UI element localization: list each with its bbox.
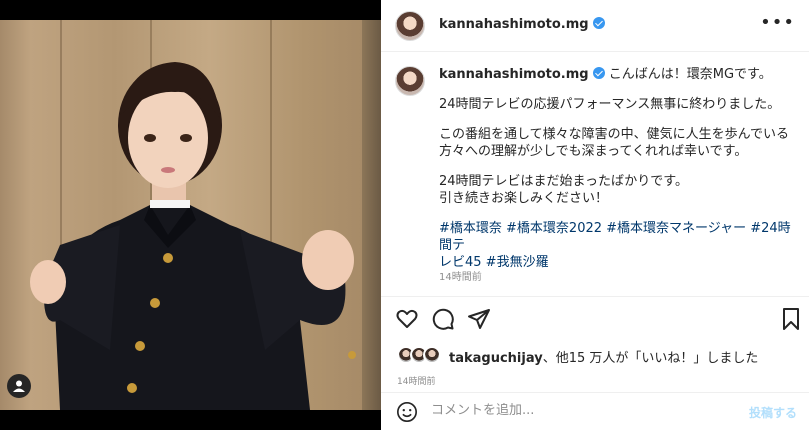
- post-header: kannahashimoto.mg •••: [381, 0, 809, 52]
- caption-timestamp: 14時間前: [439, 272, 482, 283]
- liker-avatar[interactable]: [423, 346, 441, 364]
- post-comment-button[interactable]: 投稿する: [749, 404, 797, 421]
- instagram-post-modal: kannahashimoto.mg ••• kannahashimoto.mg …: [0, 0, 809, 430]
- person-illustration: [30, 62, 356, 410]
- caption-para3a: この番組を通して様々な障害の中、健気に人生を歩んでいる: [439, 127, 789, 142]
- avatar[interactable]: [395, 11, 425, 41]
- caption-para4a: 24時間テレビはまだ始まったばかりです。: [439, 174, 688, 189]
- caption-para2: 24時間テレビの応援パフォーマンス無事に終わりました。: [439, 97, 781, 112]
- liker-username[interactable]: takaguchijay: [449, 351, 543, 366]
- bookmark-icon[interactable]: [779, 307, 803, 331]
- post-side-panel: kannahashimoto.mg ••• kannahashimoto.mg …: [381, 0, 809, 430]
- comment-icon[interactable]: [431, 307, 455, 331]
- post-timestamp[interactable]: 14時間前: [397, 374, 435, 387]
- caption-username[interactable]: kannahashimoto.mg: [439, 67, 589, 82]
- verified-icon: [592, 67, 605, 79]
- caption-avatar[interactable]: [395, 66, 425, 96]
- caption-line1: こんばんは！環奈MGです。: [608, 67, 772, 82]
- post-caption: kannahashimoto.mg こんばんは！環奈MGです。 24時間テレビの…: [439, 66, 794, 284]
- user-tag-button[interactable]: [7, 374, 31, 398]
- caption-para4b: 引き続きお楽しみください！: [439, 191, 609, 206]
- action-bar: [381, 296, 809, 340]
- username-text[interactable]: kannahashimoto.mg: [439, 17, 589, 32]
- verified-icon: [592, 17, 605, 29]
- post-media[interactable]: [0, 0, 381, 430]
- hashtags-line1[interactable]: #橋本環奈 #橋本環奈2022 #橋本環奈マネージャー #24時間テ: [439, 221, 791, 253]
- caption-para3b: 方々への理解が少しでも深まってくれれば幸いです。: [439, 144, 748, 159]
- heart-icon[interactable]: [395, 307, 419, 331]
- comment-input[interactable]: [431, 403, 731, 418]
- author-username[interactable]: kannahashimoto.mg: [439, 17, 605, 32]
- likes-text[interactable]: takaguchijay、他15 万人が「いいね！」しました: [449, 347, 758, 366]
- more-icon[interactable]: •••: [760, 14, 795, 32]
- emoji-icon[interactable]: [396, 401, 418, 423]
- likes-count-text[interactable]: 、他15 万人が「いいね！」しました: [543, 351, 759, 366]
- share-icon[interactable]: [467, 307, 491, 331]
- post-photo: [0, 20, 381, 410]
- comment-bar: 投稿する: [381, 392, 809, 430]
- user-tag-icon: [13, 380, 25, 392]
